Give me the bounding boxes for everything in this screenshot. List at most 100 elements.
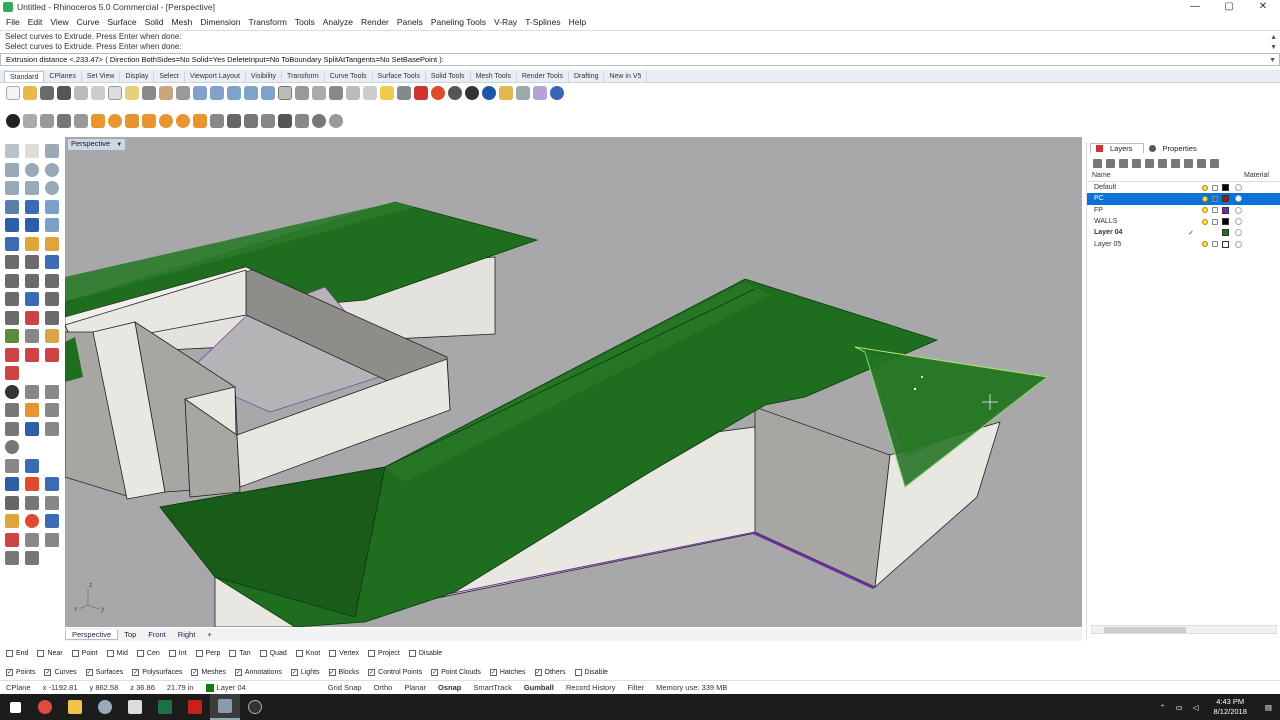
layer-icon[interactable] (414, 86, 428, 100)
orient-icon[interactable] (45, 292, 59, 306)
tool-icon[interactable] (57, 114, 71, 128)
undo-view-icon[interactable] (261, 86, 275, 100)
render-icon[interactable] (482, 86, 496, 100)
taskbar-pdf[interactable] (180, 694, 210, 720)
open-folder-icon[interactable] (23, 86, 37, 100)
tool-icon[interactable] (261, 114, 275, 128)
vray-tool-icon[interactable] (5, 421, 19, 436)
boolean-icon[interactable] (45, 218, 59, 232)
join-icon[interactable] (5, 255, 19, 269)
visibility-bulb-icon[interactable] (1202, 184, 1208, 191)
tool-icon[interactable] (25, 532, 39, 547)
mesh-icon[interactable] (5, 236, 19, 251)
tool-icon[interactable] (25, 514, 39, 528)
layer-name[interactable]: FP (1094, 207, 1184, 214)
cplane-icon[interactable] (295, 86, 309, 100)
tool-icon[interactable] (25, 458, 39, 473)
tool-icon[interactable] (91, 114, 105, 128)
save-icon[interactable] (40, 86, 54, 100)
osnap-quad-checkbox[interactable]: Quad (259, 649, 287, 657)
status-cplane[interactable]: CPlane (0, 683, 37, 692)
scale-icon[interactable] (45, 273, 59, 288)
vray-tool-icon[interactable] (45, 421, 59, 436)
tab-layers[interactable]: Layers (1090, 143, 1144, 153)
material-icon[interactable] (1235, 218, 1242, 226)
zoom-window-icon[interactable] (210, 86, 224, 100)
import-icon[interactable] (74, 86, 88, 100)
layer-state-icon[interactable] (1184, 158, 1193, 168)
shaded-sphere-icon[interactable] (448, 86, 462, 100)
layer-name[interactable]: Layer 05 (1094, 241, 1184, 248)
filter-lights-checkbox[interactable]: ✓ Lights (290, 668, 320, 676)
filter-point-clouds-checkbox[interactable]: ✓ Point Clouds (431, 668, 481, 676)
tab-right[interactable]: Right (172, 630, 202, 639)
layer-color-swatch[interactable] (1222, 240, 1229, 248)
current-layer-check[interactable]: ✓ (1184, 229, 1198, 237)
osnap-point-checkbox[interactable]: Point (71, 649, 98, 657)
menu-tsplines[interactable]: T-Splines (521, 17, 564, 27)
solid-icon[interactable] (25, 218, 39, 232)
status-layer[interactable]: Layer 04 (200, 683, 252, 692)
taskbar-explorer[interactable] (60, 694, 90, 720)
material-icon[interactable] (1235, 184, 1242, 192)
move-icon[interactable] (45, 255, 59, 269)
menu-tools[interactable]: Tools (291, 17, 319, 27)
copy-icon[interactable] (108, 86, 122, 100)
tool-icon[interactable] (25, 477, 39, 491)
tab-new-in-v5[interactable]: New in V5 (604, 71, 648, 82)
print-icon[interactable] (57, 86, 71, 100)
options-icon[interactable] (533, 86, 547, 100)
menu-vray[interactable]: V-Ray (490, 17, 521, 27)
help-icon[interactable] (1210, 158, 1219, 168)
tool-icon[interactable] (5, 477, 19, 491)
color-wheel-icon[interactable] (431, 86, 445, 100)
extrude-icon[interactable] (45, 199, 59, 214)
command-prompt[interactable]: Extrusion distance <.233.47> ( Direction… (0, 53, 1280, 66)
tool-icon[interactable] (329, 114, 343, 128)
menu-solid[interactable]: Solid (141, 17, 168, 27)
tool-icon[interactable] (244, 114, 258, 128)
visibility-bulb-icon[interactable] (1202, 207, 1208, 214)
taskbar-app[interactable] (90, 694, 120, 720)
new-sublayer-icon[interactable] (1106, 158, 1115, 168)
copy-tool-icon[interactable] (5, 273, 19, 288)
tab-surface-tools[interactable]: Surface Tools (373, 71, 426, 82)
menu-surface[interactable]: Surface (103, 17, 140, 27)
layer-name[interactable]: Layer 04 (1094, 229, 1184, 236)
vray-tool-icon[interactable] (45, 403, 59, 417)
osnap-int-checkbox[interactable]: Int (168, 649, 187, 657)
tool-icon[interactable] (210, 114, 224, 128)
tab-transform[interactable]: Transform (282, 71, 325, 82)
tool-icon[interactable] (159, 114, 173, 128)
filter-points-checkbox[interactable]: ✓ Points (6, 668, 35, 676)
tab-render-tools[interactable]: Render Tools (517, 71, 569, 82)
pan-hand-icon[interactable] (159, 86, 173, 100)
help-icon[interactable] (550, 86, 564, 100)
four-viewports-icon[interactable] (278, 86, 292, 100)
menu-dimension[interactable]: Dimension (196, 17, 244, 27)
lock-icon[interactable] (1212, 195, 1218, 202)
lock-icon[interactable] (397, 86, 411, 100)
rendered-sphere-icon[interactable] (465, 86, 479, 100)
cut-icon[interactable] (91, 86, 105, 100)
tab-display[interactable]: Display (120, 71, 155, 82)
vray-tool-icon[interactable] (25, 403, 39, 417)
record-history-toggle[interactable]: Record History (560, 683, 622, 692)
menu-edit[interactable]: Edit (24, 17, 47, 27)
smarttrack-toggle[interactable]: SmartTrack (467, 683, 517, 692)
undo-icon[interactable] (142, 86, 156, 100)
viewport-label[interactable]: Perspective ▼ (68, 139, 126, 150)
text-icon[interactable] (45, 329, 59, 343)
tab-set-view[interactable]: Set View (82, 71, 121, 82)
tab-properties[interactable]: Properties (1144, 144, 1207, 153)
tab-curve-tools[interactable]: Curve Tools (325, 71, 373, 82)
tab-viewport-layout[interactable]: Viewport Layout (185, 71, 246, 82)
filter-toggle[interactable]: Filter (621, 683, 650, 692)
tray-chevron-icon[interactable]: ⌃ (1154, 703, 1170, 712)
light-bulb-icon[interactable] (380, 86, 394, 100)
taskbar-calculator[interactable] (120, 694, 150, 720)
tool-icon[interactable] (45, 477, 59, 491)
tab-top[interactable]: Top (118, 630, 142, 639)
layer-color-swatch[interactable] (1222, 195, 1229, 203)
material-icon[interactable] (1235, 206, 1242, 214)
